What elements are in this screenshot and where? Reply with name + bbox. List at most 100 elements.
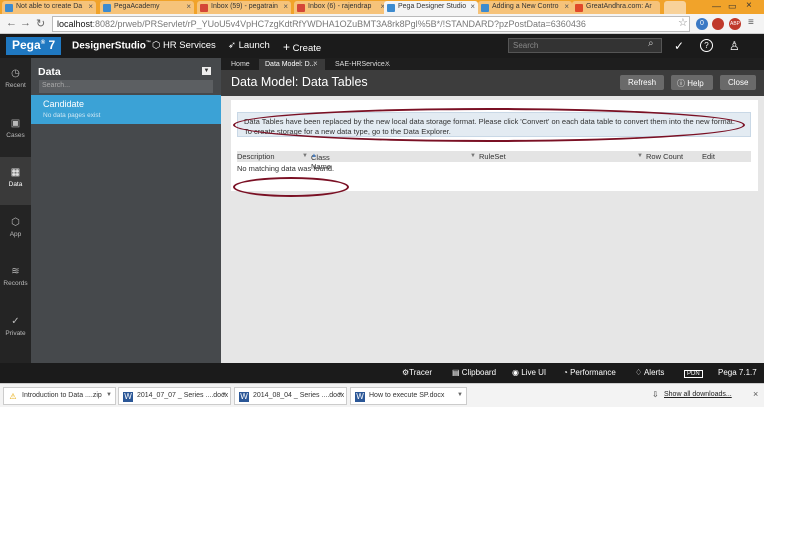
- cube-icon: ⬡: [152, 40, 161, 51]
- show-all-downloads-link[interactable]: Show all downloads...: [664, 391, 732, 398]
- developer-toolbar: ⚙Tracer ▤ Clipboard ◉ Live UI ◔ Performa…: [0, 363, 764, 383]
- column-row-count[interactable]: Row Count: [646, 152, 683, 161]
- bookmark-star-icon[interactable]: ☆: [678, 16, 688, 29]
- browser-tab[interactable]: Not able to create Da ×: [2, 1, 96, 14]
- word-doc-icon: W: [123, 392, 133, 402]
- close-downloads-bar-icon[interactable]: ×: [753, 389, 758, 399]
- tracer-button[interactable]: ⚙Tracer: [402, 368, 432, 377]
- help-button[interactable]: ⓘ Help: [671, 75, 713, 90]
- create-menu[interactable]: + Create: [283, 40, 321, 54]
- rail-item-records[interactable]: ≋ Records: [0, 256, 31, 304]
- rail-item-private[interactable]: ✓ Private: [0, 306, 31, 354]
- chevron-down-icon[interactable]: ▼: [106, 392, 112, 398]
- application-menu[interactable]: ⬡ HR Services: [152, 40, 216, 51]
- rail-item-app[interactable]: ⬡ App: [0, 207, 31, 255]
- tab-home[interactable]: Home: [225, 59, 256, 70]
- search-icon[interactable]: ⌕: [648, 38, 654, 49]
- download-item[interactable]: ⚠ Introduction to Data ....zip ▼: [3, 387, 116, 405]
- close-tab-icon[interactable]: ×: [470, 2, 475, 11]
- extension-badge-icon[interactable]: 0: [696, 18, 708, 30]
- download-item[interactable]: W 2014_08_04 _ Series ....docx ▼: [234, 387, 347, 405]
- rail-item-recent[interactable]: ◷ Recent: [0, 58, 31, 106]
- rocket-icon: ➶: [228, 40, 236, 51]
- browser-tab-active[interactable]: Pega Designer Studio ×: [384, 1, 478, 14]
- browser-toolbar: ← → ↻ localhost:8082/prweb/PRServlet/rP_…: [0, 14, 764, 34]
- browser-tab[interactable]: Adding a New Contro ×: [478, 1, 572, 14]
- gmail-icon: [297, 4, 305, 12]
- url-path: :8082/prweb/PRServlet/rP_YUoU5v4VpHC7zgK…: [92, 19, 586, 29]
- close-tab-icon[interactable]: ×: [88, 2, 93, 11]
- pdn-link[interactable]: PDN: [684, 368, 703, 378]
- clipboard-button[interactable]: ▤ Clipboard: [452, 368, 496, 377]
- reload-icon[interactable]: ↻: [36, 17, 45, 30]
- page-favicon-icon: [5, 4, 13, 12]
- alerts-button[interactable]: ♢ Alerts: [635, 368, 664, 377]
- rail-item-label: Recent: [5, 82, 26, 89]
- create-label: Create: [292, 43, 322, 54]
- maximize-window-icon[interactable]: ▭: [728, 1, 737, 12]
- close-button[interactable]: Close: [720, 75, 757, 90]
- layers-icon: ≋: [11, 266, 20, 277]
- downloads-bar: ⚠ Introduction to Data ....zip ▼ W 2014_…: [0, 383, 764, 407]
- column-filter-icon[interactable]: ▼: [470, 153, 476, 159]
- explorer-item-candidate[interactable]: Candidate No data pages exist: [31, 95, 221, 124]
- browser-tab[interactable]: Inbox (6) - rajendrap ×: [294, 1, 388, 14]
- annotation-ellipse: [233, 177, 349, 197]
- studio-name: DesignerStudio™: [72, 40, 151, 52]
- close-tab-icon[interactable]: ×: [313, 59, 318, 68]
- address-bar[interactable]: localhost:8082/prweb/PRServlet/rP_YUoU5v…: [52, 16, 690, 32]
- column-description[interactable]: Description: [237, 152, 275, 161]
- close-tab-icon[interactable]: ×: [385, 59, 390, 68]
- chevron-down-icon[interactable]: ▼: [337, 392, 343, 398]
- new-tab-button[interactable]: [664, 1, 686, 14]
- live-ui-button[interactable]: ◉ Live UI: [512, 368, 546, 377]
- minimize-window-icon[interactable]: —: [712, 1, 721, 11]
- launch-label: Launch: [238, 40, 270, 51]
- close-tab-icon[interactable]: ×: [186, 2, 191, 11]
- column-filter-icon[interactable]: ▼: [637, 153, 643, 159]
- chevron-down-icon[interactable]: ▼: [457, 392, 463, 398]
- explorer-title: Data: [38, 66, 61, 78]
- back-arrow-icon[interactable]: ←: [6, 17, 17, 29]
- user-profile-icon[interactable]: ♙: [729, 39, 740, 53]
- extension-red-icon[interactable]: [712, 18, 724, 30]
- close-tab-icon[interactable]: ×: [283, 2, 288, 11]
- pdn-label: PDN: [684, 370, 703, 378]
- download-item[interactable]: W How to execute SP.docx ▼: [350, 387, 467, 405]
- sort-ascending-icon: ▲: [311, 153, 317, 159]
- download-item[interactable]: W 2014_07_07 _ Series ....docx ▼: [118, 387, 231, 405]
- adblock-plus-icon[interactable]: ABP: [729, 18, 741, 30]
- browser-menu-icon[interactable]: ≡: [748, 17, 754, 28]
- column-ruleset[interactable]: RuleSet: [479, 152, 506, 161]
- url-host: localhost: [57, 19, 93, 29]
- bell-icon: ♢: [635, 368, 643, 377]
- browser-tab[interactable]: Inbox (59) - pegatrain ×: [197, 1, 291, 14]
- chevron-down-icon[interactable]: ▼: [221, 392, 227, 398]
- browser-tab-label: PegaAcademy: [114, 3, 160, 10]
- pega-logo[interactable]: Pega® 7: [6, 37, 62, 55]
- column-edit[interactable]: Edit: [702, 152, 715, 161]
- column-filter-icon[interactable]: ▼: [302, 153, 308, 159]
- close-tab-icon[interactable]: ×: [564, 2, 569, 11]
- rail-item-cases[interactable]: ▣ Cases: [0, 108, 31, 156]
- pega-header: Pega® 7 DesignerStudio™ ⬡ HR Services ➶ …: [0, 34, 764, 58]
- refresh-button[interactable]: Refresh: [620, 75, 665, 90]
- forward-arrow-icon[interactable]: →: [20, 17, 31, 29]
- performance-button[interactable]: ◔ Performance: [563, 368, 616, 377]
- tab-label: Data Model: D...: [265, 61, 316, 68]
- extension-badge-count: 0: [700, 20, 704, 27]
- explorer-menu-dropdown-icon[interactable]: ▼: [202, 67, 211, 75]
- explorer-search-input[interactable]: Search...: [39, 80, 213, 93]
- launch-menu[interactable]: ➶ Launch: [228, 40, 270, 51]
- search-input[interactable]: Search: [508, 38, 662, 53]
- checkmark-icon[interactable]: ✓: [674, 39, 684, 53]
- close-window-icon[interactable]: ×: [746, 0, 752, 11]
- browser-tab[interactable]: PegaAcademy ×: [100, 1, 194, 14]
- word-doc-icon: W: [355, 392, 365, 402]
- rail-item-label: Data: [8, 181, 23, 188]
- help-icon[interactable]: ?: [700, 39, 713, 52]
- browser-tab-label: Inbox (6) - rajendrap: [308, 3, 372, 10]
- rail-item-data[interactable]: ▦ Data: [0, 157, 31, 205]
- page-favicon-icon: [481, 4, 489, 12]
- browser-tab[interactable]: GreatAndhra.com: Ar: [572, 1, 660, 14]
